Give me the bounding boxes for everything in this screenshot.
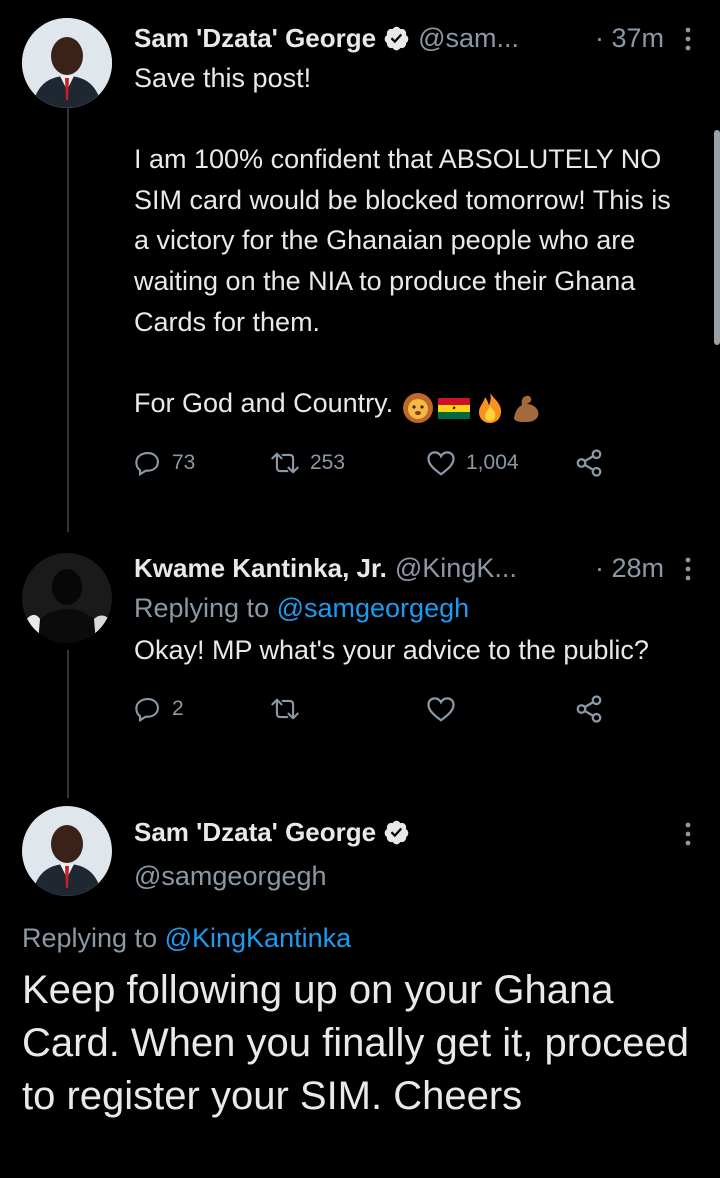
avatar[interactable] — [22, 806, 112, 896]
emoji-group — [401, 391, 545, 425]
ghana-flag-emoji — [438, 397, 471, 419]
verified-badge-icon — [384, 820, 409, 844]
author-name[interactable]: Kwame Kantinka, Jr. — [134, 553, 387, 584]
reply-icon — [135, 451, 159, 476]
reply-button[interactable]: 73 — [134, 443, 195, 483]
tweet-actions: 73 253 1,004 — [134, 443, 720, 483]
share-icon — [576, 694, 602, 723]
like-count: 1,004 — [466, 450, 519, 474]
scrollbar[interactable] — [714, 130, 720, 345]
thread-connector — [67, 650, 69, 798]
share-icon — [576, 448, 602, 477]
like-button[interactable] — [426, 689, 456, 729]
tweet-text: Save this post! I am 100% confident that… — [134, 63, 671, 337]
author-handle[interactable]: @samgeorgegh — [134, 856, 720, 896]
reply-button[interactable]: 2 — [134, 689, 184, 729]
fire-emoji — [479, 392, 502, 423]
tweet-actions: 2 — [134, 689, 720, 729]
timestamp[interactable]: · 28m — [595, 548, 664, 588]
avatar[interactable] — [22, 553, 112, 643]
tweet-header: Kwame Kantinka, Jr. @KingK... · 28m — [134, 548, 720, 588]
replying-to-prefix: Replying to — [22, 923, 165, 953]
author-name[interactable]: Sam 'Dzata' George — [134, 23, 376, 54]
tweet[interactable]: Kwame Kantinka, Jr. @KingK... · 28m Repl… — [134, 548, 720, 729]
retweet-count: 253 — [310, 450, 346, 474]
heart-icon — [427, 696, 455, 722]
retweet-button[interactable]: 253 — [270, 443, 345, 483]
lion-emoji — [403, 392, 434, 423]
retweet-button[interactable] — [270, 689, 300, 729]
tweet-text: Keep following up on your Ghana Card. Wh… — [22, 968, 690, 1118]
replying-to: Replying to @KingKantinka — [22, 918, 710, 958]
verified-badge-icon — [384, 26, 409, 50]
share-button[interactable] — [574, 443, 604, 483]
author-handle[interactable]: @KingK... — [395, 553, 517, 584]
reply-count: 2 — [172, 696, 184, 720]
more-options-icon[interactable] — [678, 555, 698, 583]
tweet-text: Okay! MP what's your advice to the publi… — [134, 635, 649, 665]
avatar[interactable] — [22, 18, 112, 108]
reply-count: 73 — [172, 450, 196, 474]
mention-link[interactable]: @samgeorgegh — [277, 593, 470, 623]
retweet-icon — [271, 452, 299, 473]
tweet-text-end: For God and Country. — [134, 387, 394, 418]
replying-to-prefix: Replying to — [134, 593, 277, 623]
flexed-biceps-emoji — [514, 395, 539, 422]
more-options-icon[interactable] — [678, 25, 698, 53]
heart-icon — [427, 450, 455, 476]
like-button[interactable]: 1,004 — [426, 443, 519, 483]
timestamp[interactable]: · 37m — [595, 18, 664, 58]
mention-link[interactable]: @KingKantinka — [165, 923, 352, 953]
share-button[interactable] — [574, 689, 604, 729]
author-handle[interactable]: @sam... — [418, 23, 519, 54]
tweet[interactable]: Sam 'Dzata' George @sam... · 37m Save th… — [134, 18, 720, 483]
thread-connector — [67, 102, 69, 532]
retweet-icon — [271, 698, 299, 719]
more-options-icon[interactable] — [678, 820, 698, 848]
focus-tweet[interactable]: Replying to @KingKantinka Keep following… — [22, 918, 710, 1123]
tweet-header: Sam 'Dzata' George @sam... · 37m — [134, 18, 720, 58]
reply-icon — [135, 697, 159, 722]
author-name[interactable]: Sam 'Dzata' George — [134, 817, 376, 848]
replying-to: Replying to @samgeorgegh — [134, 588, 720, 628]
focus-tweet-header: Sam 'Dzata' George @samgeorgegh — [134, 812, 720, 896]
